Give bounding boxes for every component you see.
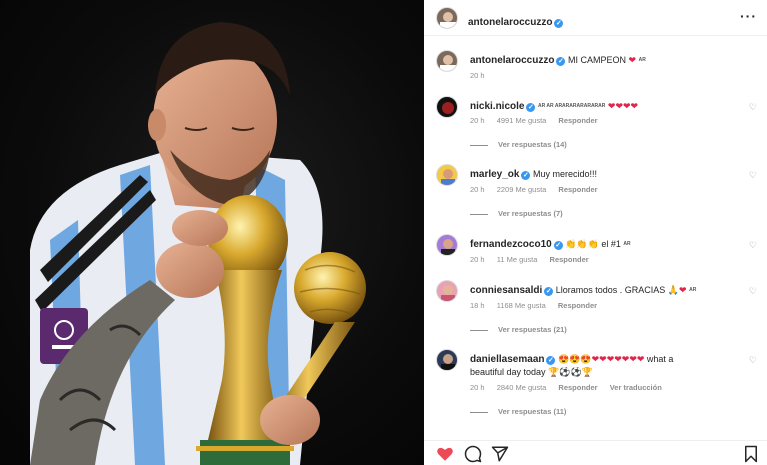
comment-likes[interactable]: 2840 Me gusta: [497, 383, 547, 392]
verified-icon: ✓: [546, 356, 556, 365]
author-username[interactable]: antonelaroccuzzo: [468, 17, 552, 28]
comment-text: Muy merecido!!!: [533, 169, 598, 179]
action-bar: [424, 440, 767, 465]
verified-icon: ✓: [554, 19, 564, 28]
view-replies-button[interactable]: Ver respuestas (11): [470, 407, 566, 416]
commenter-avatar[interactable]: [436, 349, 458, 371]
comment-likes[interactable]: 4991 Me gusta: [497, 116, 547, 125]
flag-label: AR: [623, 241, 631, 248]
post-header: antonelaroccuzzo ✓ ···: [424, 0, 767, 36]
commenter-avatar[interactable]: [436, 164, 458, 186]
comment-likes[interactable]: 2209 Me gusta: [497, 185, 547, 194]
reply-button[interactable]: Responder: [558, 116, 597, 125]
like-comment-icon[interactable]: ♡: [749, 102, 757, 113]
verified-icon: ✓: [556, 57, 566, 66]
heart-emoji: ❤: [628, 55, 637, 65]
commenter-avatar[interactable]: [436, 234, 458, 256]
comment-username[interactable]: marley_ok: [470, 169, 519, 180]
caption-text: MI CAMPEON: [567, 55, 626, 65]
comment-time: 20 h: [470, 255, 485, 264]
caption-time: 20 h: [470, 71, 485, 80]
comment-username[interactable]: daniellasemaan: [470, 354, 544, 365]
commenter-avatar[interactable]: [436, 96, 458, 118]
flag-label: AR: [638, 57, 646, 64]
reply-button[interactable]: Responder: [550, 255, 589, 264]
comment-text-line2: beautiful day today: [470, 367, 546, 377]
caption-avatar[interactable]: [436, 50, 458, 72]
comment-icon[interactable]: [464, 445, 482, 463]
comment-text: what a: [646, 354, 674, 364]
share-icon[interactable]: [491, 445, 509, 463]
comment-text: Lloramos todos . GRACIAS: [555, 285, 666, 295]
reply-button[interactable]: Responder: [558, 383, 597, 392]
verified-icon: ✓: [553, 241, 563, 250]
author-avatar[interactable]: [436, 7, 458, 29]
comment-text: AR AR ARARARARARARAR: [537, 103, 606, 110]
like-comment-icon[interactable]: ♡: [749, 240, 757, 251]
heart-emoji: ❤: [679, 285, 687, 295]
photo-illustration: [30, 22, 366, 465]
verified-icon: ✓: [526, 103, 536, 112]
comment-time: 20 h: [470, 185, 485, 194]
comment-emoji: 🙏: [667, 285, 680, 295]
caption-username[interactable]: antonelaroccuzzo: [470, 55, 554, 66]
view-replies-button[interactable]: Ver respuestas (14): [470, 140, 567, 149]
comment-time: 20 h: [470, 116, 485, 125]
more-horizontal-icon[interactable]: ···: [740, 8, 757, 24]
comment-time: 18 h: [470, 301, 485, 310]
heart-filled-icon[interactable]: [436, 445, 454, 463]
comment-emoji: 😍😍😍❤❤❤❤❤❤❤: [558, 354, 645, 364]
comment-emoji: 👏👏👏: [565, 239, 599, 249]
like-comment-icon[interactable]: ♡: [749, 355, 757, 366]
like-comment-icon[interactable]: ♡: [749, 170, 757, 181]
verified-icon: ✓: [544, 287, 554, 296]
flag-label: AR: [689, 287, 697, 294]
bookmark-icon[interactable]: [742, 445, 760, 463]
comment-time: 20 h: [470, 383, 485, 392]
comments-panel: antonelaroccuzzo ✓ ··· antonelaroccuzzo ✓ …: [424, 0, 767, 465]
like-comment-icon[interactable]: ♡: [749, 286, 757, 297]
translate-button[interactable]: Ver traducción: [610, 383, 662, 392]
verified-icon: ✓: [521, 171, 531, 180]
comment-emoji: ❤❤❤❤: [607, 101, 639, 111]
comment-username[interactable]: nicki.nicole: [470, 101, 524, 112]
comment-username[interactable]: fernandezcoco10: [470, 239, 552, 250]
comment-likes[interactable]: 1168 Me gusta: [497, 301, 546, 310]
comment-likes[interactable]: 11 Me gusta: [497, 255, 538, 264]
post-photo[interactable]: [0, 0, 424, 465]
reply-button[interactable]: Responder: [558, 185, 597, 194]
comment-username[interactable]: conniesansaldi: [470, 285, 542, 296]
comment-emoji-line2: 🏆⚽⚽🏆: [548, 367, 593, 377]
comment-text: el #1: [601, 239, 621, 249]
reply-button[interactable]: Responder: [558, 301, 597, 310]
commenter-avatar[interactable]: [436, 280, 458, 302]
view-replies-button[interactable]: Ver respuestas (7): [470, 209, 563, 218]
view-replies-button[interactable]: Ver respuestas (21): [470, 325, 567, 334]
